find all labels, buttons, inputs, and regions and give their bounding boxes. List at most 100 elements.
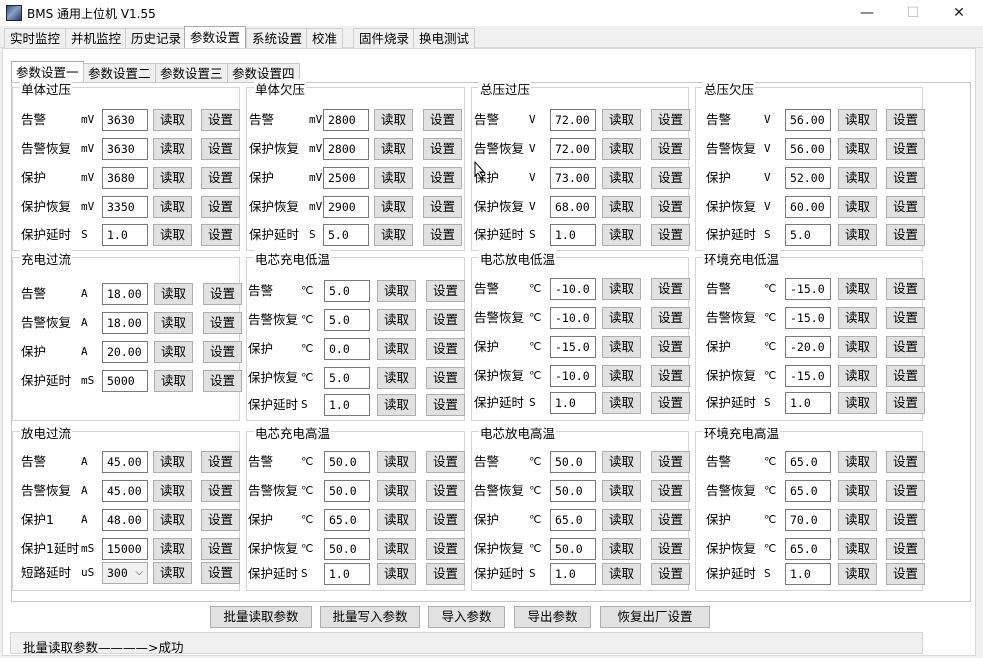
set-button[interactable]: 设置	[426, 367, 465, 389]
set-button[interactable]: 设置	[651, 278, 690, 300]
read-button[interactable]: 读取	[602, 392, 641, 414]
read-button[interactable]: 读取	[838, 563, 877, 585]
param-value-input[interactable]: -10.0	[550, 307, 596, 329]
read-button[interactable]: 读取	[153, 538, 192, 560]
param-value-input[interactable]: -20.0	[785, 336, 831, 358]
param-value-input[interactable]: 5.0	[323, 224, 369, 246]
read-button[interactable]: 读取	[153, 451, 192, 473]
param-value-input[interactable]: 65.0	[785, 538, 831, 560]
param-value-input[interactable]: 50.0	[550, 480, 596, 502]
read-button[interactable]: 读取	[153, 196, 192, 218]
set-button[interactable]: 设置	[201, 480, 240, 502]
subtab-params-2[interactable]: 参数设置二	[83, 63, 156, 83]
param-value-input[interactable]: 65.0	[324, 509, 370, 531]
read-button[interactable]: 读取	[838, 196, 877, 218]
param-value-input[interactable]: 18.00	[102, 283, 148, 305]
set-button[interactable]: 设置	[426, 538, 465, 560]
read-button[interactable]: 读取	[602, 109, 641, 131]
read-button[interactable]: 读取	[602, 509, 641, 531]
param-value-input[interactable]: 2500	[323, 167, 369, 189]
import-params-button[interactable]: 导入参数	[428, 606, 505, 628]
param-value-input[interactable]: 5.0	[324, 280, 370, 302]
short-delay-select[interactable]: 300 ⌵	[102, 562, 148, 584]
set-button[interactable]: 设置	[886, 196, 925, 218]
param-value-input[interactable]: 1.0	[550, 392, 596, 414]
read-button[interactable]: 读取	[377, 509, 416, 531]
set-button[interactable]: 设置	[426, 309, 465, 331]
param-value-input[interactable]: 1.0	[324, 563, 370, 585]
param-value-input[interactable]: 45.00	[102, 480, 148, 502]
read-button[interactable]: 读取	[153, 562, 192, 584]
set-button[interactable]: 设置	[423, 138, 462, 160]
set-button[interactable]: 设置	[886, 278, 925, 300]
read-button[interactable]: 读取	[838, 224, 877, 246]
set-button[interactable]: 设置	[651, 480, 690, 502]
param-value-input[interactable]: 3680	[102, 167, 148, 189]
set-button[interactable]: 设置	[651, 109, 690, 131]
param-value-input[interactable]: 5.0	[324, 367, 370, 389]
read-button[interactable]: 读取	[153, 167, 192, 189]
set-button[interactable]: 设置	[886, 307, 925, 329]
param-value-input[interactable]: 18.00	[102, 312, 148, 334]
param-value-input[interactable]: -15.0	[785, 278, 831, 300]
read-button[interactable]: 读取	[377, 280, 416, 302]
minimize-button[interactable]: —	[844, 0, 890, 26]
read-button[interactable]: 读取	[153, 224, 192, 246]
set-button[interactable]: 设置	[423, 109, 462, 131]
set-button[interactable]: 设置	[201, 196, 240, 218]
param-value-input[interactable]: 60.00	[785, 196, 831, 218]
param-value-input[interactable]: 1.0	[324, 394, 370, 416]
param-value-input[interactable]: 50.0	[324, 480, 370, 502]
param-value-input[interactable]: 1.0	[550, 224, 596, 246]
set-button[interactable]: 设置	[886, 563, 925, 585]
read-button[interactable]: 读取	[602, 480, 641, 502]
set-button[interactable]: 设置	[886, 167, 925, 189]
set-button[interactable]: 设置	[886, 138, 925, 160]
tab-system-settings[interactable]: 系统设置	[246, 28, 309, 48]
export-params-button[interactable]: 导出参数	[514, 606, 591, 628]
tab-calibration[interactable]: 校准	[306, 28, 344, 48]
read-button[interactable]: 读取	[377, 394, 416, 416]
read-button[interactable]: 读取	[377, 367, 416, 389]
read-button[interactable]: 读取	[154, 312, 193, 334]
param-value-input[interactable]: 65.0	[550, 509, 596, 531]
param-value-input[interactable]: 1.0	[550, 563, 596, 585]
param-value-input[interactable]: 1.0	[785, 392, 831, 414]
set-button[interactable]: 设置	[201, 538, 240, 560]
read-button[interactable]: 读取	[602, 538, 641, 560]
read-button[interactable]: 读取	[602, 224, 641, 246]
param-value-input[interactable]: 68.00	[550, 196, 596, 218]
param-value-input[interactable]: 65.0	[785, 480, 831, 502]
read-button[interactable]: 读取	[374, 224, 413, 246]
param-value-input[interactable]: 72.00	[550, 138, 596, 160]
restore-factory-button[interactable]: 恢复出厂设置	[600, 606, 710, 628]
read-button[interactable]: 读取	[377, 538, 416, 560]
read-button[interactable]: 读取	[838, 480, 877, 502]
read-button[interactable]: 读取	[153, 509, 192, 531]
param-value-input[interactable]: -15.0	[785, 365, 831, 387]
read-button[interactable]: 读取	[153, 109, 192, 131]
tab-parameter-settings[interactable]: 参数设置	[184, 26, 247, 48]
close-button[interactable]: ✕	[936, 0, 982, 26]
set-button[interactable]: 设置	[886, 451, 925, 473]
read-button[interactable]: 读取	[377, 480, 416, 502]
read-button[interactable]: 读取	[602, 307, 641, 329]
set-button[interactable]: 设置	[886, 480, 925, 502]
read-button[interactable]: 读取	[154, 370, 193, 392]
param-value-input[interactable]: 72.00	[550, 109, 596, 131]
param-value-input[interactable]: 2800	[323, 109, 369, 131]
read-button[interactable]: 读取	[838, 138, 877, 160]
set-button[interactable]: 设置	[651, 196, 690, 218]
read-button[interactable]: 读取	[602, 196, 641, 218]
param-value-input[interactable]: 2900	[323, 196, 369, 218]
set-button[interactable]: 设置	[201, 224, 240, 246]
param-value-input[interactable]: 15000	[102, 538, 148, 560]
read-button[interactable]: 读取	[374, 196, 413, 218]
tab-firmware-flash[interactable]: 固件烧录	[353, 28, 416, 48]
param-value-input[interactable]: 20.00	[102, 341, 148, 363]
read-button[interactable]: 读取	[154, 283, 193, 305]
param-value-input[interactable]: 5.0	[324, 309, 370, 331]
param-value-input[interactable]: 3630	[102, 109, 148, 131]
set-button[interactable]: 设置	[651, 538, 690, 560]
set-button[interactable]: 设置	[426, 563, 465, 585]
